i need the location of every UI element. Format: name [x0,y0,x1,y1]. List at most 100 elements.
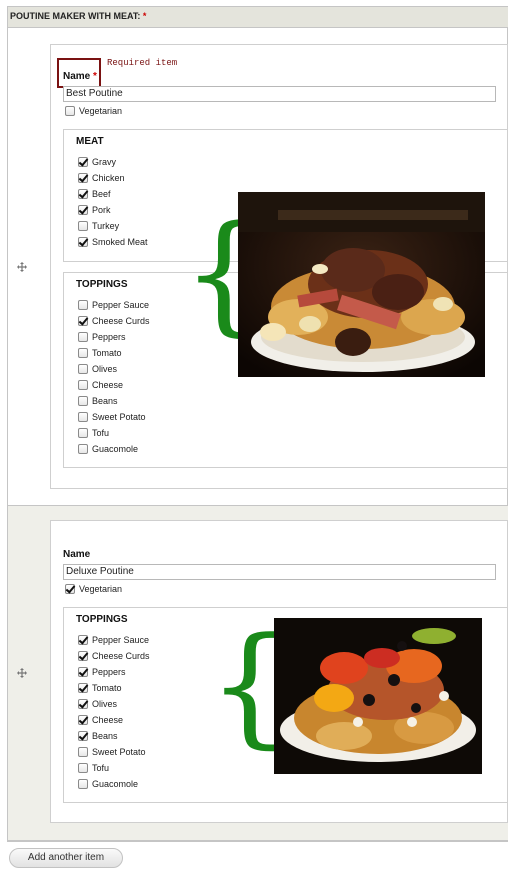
option-checkbox[interactable]: Pepper Sauce [78,299,150,315]
option-label: Tomato [92,682,122,693]
option-label: Sweet Potato [92,746,146,757]
checkbox-icon[interactable] [78,634,88,645]
checkbox-icon[interactable] [78,347,88,358]
required-asterisk: * [142,11,147,21]
checkbox-icon[interactable] [78,730,88,741]
name-label: Name [63,549,91,560]
checkbox-icon[interactable] [78,236,88,247]
checkbox-icon[interactable] [78,315,88,326]
option-label: Beef [92,188,111,199]
option-checkbox[interactable]: Cheese [78,714,150,730]
checkbox-icon[interactable] [78,172,88,183]
toppings-options-2: Pepper Sauce Cheese Curds Peppers Tomato Oli… [78,634,150,794]
checkbox-icon[interactable] [78,331,88,342]
checkbox-icon[interactable] [78,188,88,199]
checkbox-icon[interactable] [78,220,88,231]
option-checkbox[interactable]: Beef [78,188,148,204]
checkbox-icon[interactable] [78,427,88,438]
option-checkbox[interactable]: Guacomole [78,778,150,794]
option-checkbox[interactable]: Gravy [78,156,148,172]
checkbox-icon[interactable] [78,698,88,709]
option-label: Pepper Sauce [92,299,150,310]
name-input[interactable]: Deluxe Poutine [63,564,496,580]
field-title: POUTINE MAKER WITH MEAT: * [10,11,147,21]
option-checkbox[interactable]: Tofu [78,762,150,778]
field-header: POUTINE MAKER WITH MEAT: * [8,7,508,28]
checkbox-icon[interactable] [78,762,88,773]
option-label: Beans [92,395,118,406]
option-checkbox[interactable]: Beans [78,730,150,746]
required-asterisk: * [93,71,97,82]
vegetarian-checkbox[interactable]: Vegetarian [65,105,122,119]
toppings-title: TOPPINGS [76,279,128,290]
checkbox-icon[interactable] [78,379,88,390]
checkbox-icon[interactable] [78,395,88,406]
option-checkbox[interactable]: Olives [78,363,150,379]
checkbox-icon[interactable] [78,443,88,454]
option-label: Tomato [92,347,122,358]
option-checkbox[interactable]: Pork [78,204,148,220]
option-checkbox[interactable]: Cheese Curds [78,650,150,666]
required-item-note: Required item [107,58,178,68]
option-label: Olives [92,363,118,374]
row-divider [8,505,508,506]
toppings-options-1: Pepper Sauce Cheese Curds Peppers Tomato Oli… [78,299,150,459]
checkbox-icon[interactable] [78,299,88,310]
option-checkbox[interactable]: Olives [78,698,150,714]
option-label: Olives [92,698,118,709]
option-label: Gravy [92,156,117,167]
option-label: Tofu [92,762,110,773]
checkbox-icon[interactable] [78,650,88,661]
option-checkbox[interactable]: Peppers [78,331,150,347]
option-checkbox[interactable]: Tomato [78,682,150,698]
checkbox-icon[interactable] [78,156,88,167]
option-checkbox[interactable]: Tomato [78,347,150,363]
checkbox-icon[interactable] [78,778,88,789]
checkbox-icon[interactable] [65,583,75,594]
option-checkbox[interactable]: Tofu [78,427,150,443]
option-label: Cheese Curds [92,650,150,661]
row-divider-bottom [8,840,508,841]
option-checkbox[interactable]: Sweet Potato [78,746,150,762]
poutine-photo-meat [238,192,485,377]
name-label: Name * [63,71,97,82]
option-label: Guacomole [92,778,139,789]
option-label: Guacomole [92,443,139,454]
option-checkbox[interactable]: Guacomole [78,443,150,459]
option-checkbox[interactable]: Beans [78,395,150,411]
option-label: Turkey [92,220,120,231]
option-checkbox[interactable]: Smoked Meat [78,236,148,252]
checkbox-icon[interactable] [78,204,88,215]
option-label: Cheese [92,379,124,390]
drag-handle-icon[interactable] [17,262,27,272]
option-label: Cheese [92,714,124,725]
toppings-title: TOPPINGS [76,614,128,625]
checkbox-icon[interactable] [78,682,88,693]
option-label: Pork [92,204,111,215]
poutine-photo-deluxe [274,618,482,774]
option-label: Cheese Curds [92,315,150,326]
option-checkbox[interactable]: Pepper Sauce [78,634,150,650]
option-checkbox[interactable]: Cheese [78,379,150,395]
option-checkbox[interactable]: Peppers [78,666,150,682]
option-checkbox[interactable]: Turkey [78,220,148,236]
checkbox-icon[interactable] [78,411,88,422]
option-label: Peppers [92,331,126,342]
drag-handle-icon[interactable] [17,668,27,678]
checkbox-icon[interactable] [78,363,88,374]
option-checkbox[interactable]: Cheese Curds [78,315,150,331]
option-label: Tofu [92,427,110,438]
meat-title: MEAT [76,136,104,147]
option-checkbox[interactable]: Chicken [78,172,148,188]
checkbox-icon[interactable] [78,746,88,757]
checkbox-icon[interactable] [65,105,75,116]
option-label: Sweet Potato [92,411,146,422]
checkbox-icon[interactable] [78,666,88,677]
checkbox-icon[interactable] [78,714,88,725]
vegetarian-checkbox[interactable]: Vegetarian [65,583,122,597]
name-input[interactable]: Best Poutine [63,86,496,102]
option-checkbox[interactable]: Sweet Potato [78,411,150,427]
option-label: Chicken [92,172,125,183]
option-label: Peppers [92,666,126,677]
add-another-item-button[interactable]: Add another item [9,848,123,868]
